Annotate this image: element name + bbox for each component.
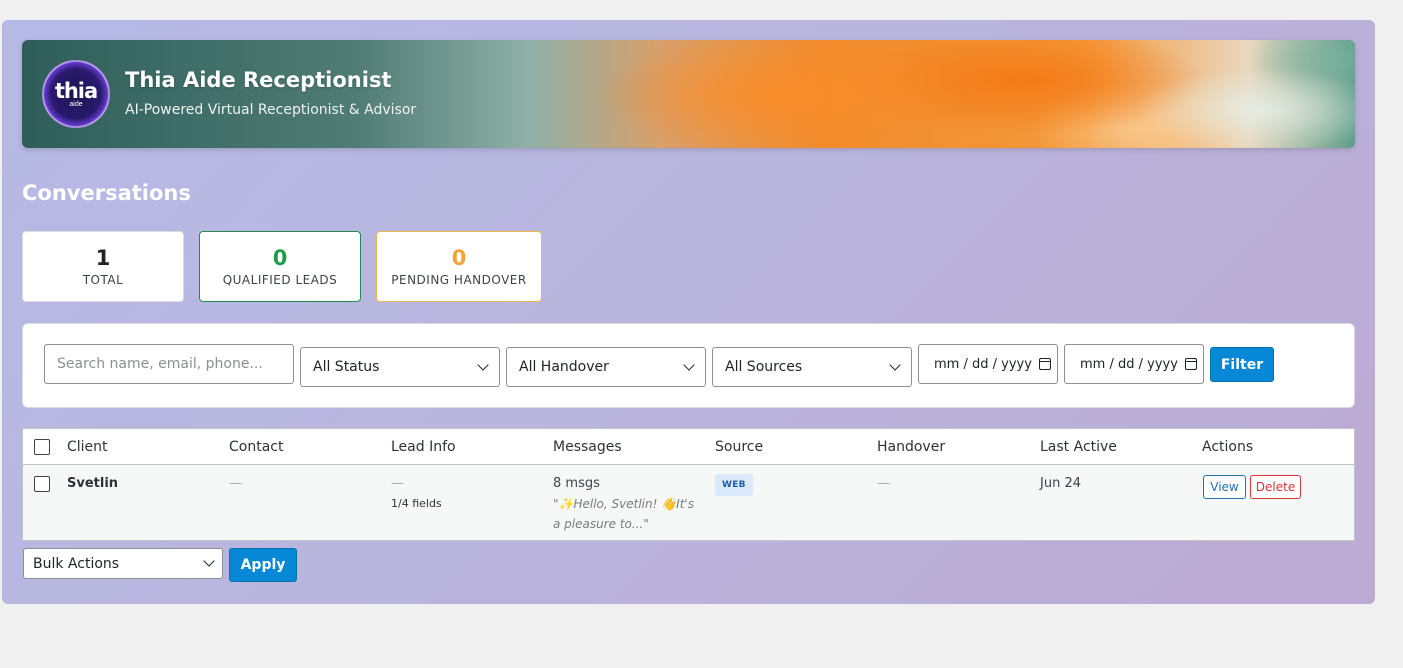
chevron-down-icon [477,358,489,371]
logo-sub: aide [69,100,83,108]
logo: thia aide [42,60,110,128]
select-all-checkbox[interactable] [34,439,50,455]
column-header-last-active[interactable]: Last Active [1040,439,1117,455]
messages-count: 8 msgs [553,476,600,491]
stat-total-value: 1 [95,246,111,270]
stat-card-total: 1 TOTAL [22,231,184,302]
date-to-value: mm / dd / yyyy [1080,356,1178,372]
chevron-down-icon [889,358,901,371]
table-row: Svetlin — — 1/4 fields 8 msgs "✨Hello, S… [23,466,1354,542]
stat-pending-value: 0 [451,246,467,270]
column-header-source: Source [715,439,764,455]
handover-cell: — [877,476,890,491]
contact-cell: — [229,476,242,491]
filter-button[interactable]: Filter [1210,347,1274,382]
view-button[interactable]: View [1203,475,1246,499]
header-banner: thia aide Thia Aide Receptionist AI-Powe… [22,40,1355,148]
sources-select-value: All Sources [725,359,803,375]
column-header-client[interactable]: Client [67,439,108,455]
bulk-actions-value: Bulk Actions [33,555,120,572]
stat-card-qualified-leads: 0 QUALIFIED LEADS [199,231,361,302]
chevron-down-icon [683,358,695,371]
logo-word: thia [54,78,98,103]
bulk-actions-select[interactable]: Bulk Actions [23,548,223,579]
table-header: Client Contact Lead Info Messages Source… [23,429,1354,465]
filter-bar: All Status All Handover All Sources mm /… [22,323,1355,408]
chevron-down-icon [203,555,215,567]
handover-select[interactable]: All Handover [506,347,706,387]
app-title: Thia Aide Receptionist [125,68,392,92]
apply-button[interactable]: Apply [229,548,297,582]
stat-qualified-value: 0 [272,246,288,270]
page-title: Conversations [22,181,191,205]
column-header-contact: Contact [229,439,284,455]
column-header-lead-info: Lead Info [391,439,456,455]
source-badge: WEB [715,474,753,496]
lead-info-cell: — [391,476,404,491]
stat-qualified-label: QUALIFIED LEADS [222,273,338,287]
column-header-handover: Handover [877,439,946,455]
handover-select-value: All Handover [519,359,609,375]
app-subtitle: AI-Powered Virtual Receptionist & Adviso… [125,102,417,118]
calendar-icon[interactable] [1184,358,1197,370]
sources-select[interactable]: All Sources [712,347,912,387]
date-from-input[interactable]: mm / dd / yyyy [918,344,1058,384]
date-from-value: mm / dd / yyyy [934,356,1032,372]
message-preview: "✨Hello, Svetlin! 👋It's a pleasure to...… [553,497,694,531]
main-panel: thia aide Thia Aide Receptionist AI-Powe… [2,20,1375,604]
lead-info-fields: 1/4 fields [391,497,442,510]
column-header-messages: Messages [553,439,622,455]
column-header-actions: Actions [1202,439,1254,455]
status-select[interactable]: All Status [300,347,500,387]
status-select-value: All Status [313,359,380,375]
search-input[interactable] [44,344,294,384]
stat-pending-label: PENDING HANDOVER [391,273,527,287]
conversations-table: Client Contact Lead Info Messages Source… [22,428,1355,541]
stat-card-pending-handover: 0 PENDING HANDOVER [376,231,542,302]
row-checkbox[interactable] [34,476,50,492]
date-to-input[interactable]: mm / dd / yyyy [1064,344,1204,384]
client-name[interactable]: Svetlin [67,476,118,491]
calendar-icon[interactable] [1038,358,1051,370]
stat-total-label: TOTAL [82,273,124,287]
last-active-cell: Jun 24 [1040,476,1081,491]
delete-button[interactable]: Delete [1250,475,1301,499]
